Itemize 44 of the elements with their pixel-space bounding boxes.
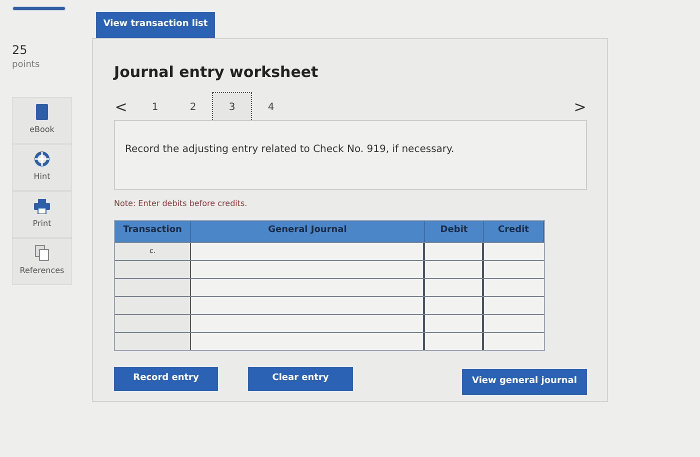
view-general-journal-button[interactable]: View general journal (462, 368, 587, 394)
record-entry-button[interactable]: Record entry (114, 366, 218, 390)
printer-icon (34, 198, 50, 214)
debit-input[interactable] (425, 260, 484, 278)
account-input[interactable] (191, 260, 425, 278)
book-icon (36, 104, 48, 120)
debit-input[interactable] (425, 314, 484, 332)
tool-button[interactable]: Hint (12, 144, 72, 190)
credit-input[interactable] (484, 332, 544, 350)
tool-button[interactable]: Print (12, 190, 72, 238)
previous-button[interactable]: < (114, 96, 128, 119)
debit-input[interactable] (425, 332, 484, 350)
account-input[interactable] (191, 314, 425, 332)
credit-input[interactable] (484, 314, 544, 332)
lifebuoy-icon (34, 151, 50, 167)
page-tab[interactable]: 1 (136, 92, 174, 124)
clear-entry-button[interactable]: Clear entry (248, 366, 353, 390)
debit-input[interactable] (425, 242, 484, 260)
tool-button[interactable]: References (12, 238, 72, 284)
account-input[interactable] (191, 296, 425, 314)
debit-input[interactable] (425, 296, 484, 314)
documents-icon (35, 245, 49, 261)
note-text: Note: Enter debits before credits. (114, 198, 248, 210)
column-header: Debit (425, 220, 484, 242)
points-value: 25 (12, 42, 28, 59)
points-label: points (12, 59, 41, 72)
account-input[interactable] (191, 242, 425, 260)
column-header: General Journal (191, 220, 425, 242)
debit-input[interactable] (425, 278, 484, 296)
credit-input[interactable] (484, 278, 544, 296)
credit-input[interactable] (484, 260, 544, 278)
credit-input[interactable] (484, 296, 544, 314)
column-header: Transaction (115, 220, 191, 242)
view-transaction-list-button[interactable]: View transaction list (96, 12, 215, 38)
page-tab[interactable]: 2 (174, 92, 212, 124)
account-input[interactable] (191, 278, 425, 296)
next-button[interactable]: > (573, 96, 587, 119)
worksheet-title: Journal entry worksheet (114, 62, 320, 83)
tool-button[interactable]: eBook (12, 96, 72, 144)
credit-input[interactable] (484, 242, 544, 260)
account-input[interactable] (191, 332, 425, 350)
page-tab[interactable]: 4 (252, 92, 290, 124)
column-header: Credit (484, 220, 544, 242)
instruction-text: Record the adjusting entry related to Check No. 919, if necessary. (125, 144, 454, 154)
